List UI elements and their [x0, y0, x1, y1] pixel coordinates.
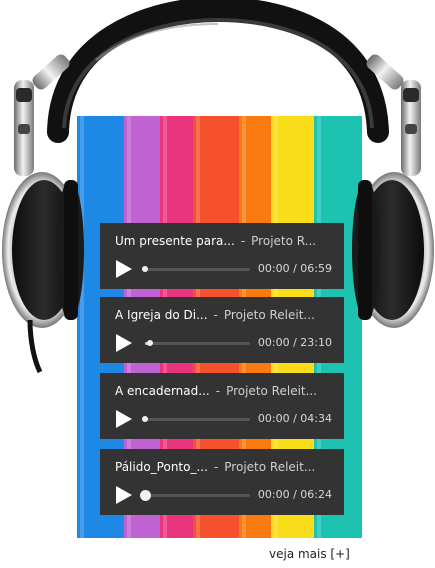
time-display: 00:00 / 06:24 — [257, 488, 332, 501]
seek-bar[interactable] — [145, 340, 250, 346]
seek-bar[interactable] — [142, 416, 250, 422]
seek-handle[interactable] — [142, 266, 148, 272]
audio-player-3: A encadernad... - Projeto Releit... 00:00 … — [100, 373, 344, 439]
play-icon[interactable] — [114, 484, 134, 506]
track-artist: Projeto Releit... — [224, 460, 316, 474]
play-icon[interactable] — [114, 332, 134, 354]
title-separator: - — [213, 460, 219, 474]
track-name: A encadernad... — [115, 384, 210, 398]
audio-player-1: Um presente para... - Projeto R... 00:00 /… — [100, 223, 344, 289]
track-name: Pálido_Ponto_... — [115, 460, 208, 474]
audiobook-widget: Um presente para... - Projeto R... 00:00 /… — [0, 0, 435, 568]
right-ear-cup — [352, 172, 434, 328]
seek-bar[interactable] — [142, 266, 250, 272]
time-display: 00:00 / 06:59 — [257, 262, 332, 275]
track-name: A Igreja do Di... — [115, 308, 208, 322]
audio-player-4: Pálido_Ponto_... - Projeto Releit... 00:00… — [100, 449, 344, 515]
track-title: Um presente para... - Projeto R... — [115, 232, 340, 250]
title-separator: - — [240, 234, 246, 248]
seek-handle[interactable] — [142, 416, 148, 422]
seek-handle[interactable] — [147, 340, 154, 346]
time-display: 00:00 / 04:34 — [257, 412, 332, 425]
track-title: Pálido_Ponto_... - Projeto Releit... — [115, 458, 340, 476]
audio-player-2: A Igreja do Di... - Projeto Releit... 00:0… — [100, 297, 344, 363]
track-title: A encadernad... - Projeto Releit... — [115, 382, 340, 400]
title-separator: - — [215, 384, 221, 398]
see-more-link[interactable]: veja mais [+] — [269, 547, 350, 561]
book-spine-highlight — [80, 116, 84, 538]
track-artist: Projeto Releit... — [223, 308, 315, 322]
title-separator: - — [213, 308, 218, 322]
seek-handle[interactable] — [140, 490, 151, 501]
seek-bar[interactable] — [140, 490, 250, 501]
track-artist: Projeto R... — [251, 234, 317, 248]
time-display: 00:00 / 23:10 — [257, 336, 332, 349]
play-icon[interactable] — [114, 408, 134, 430]
track-artist: Projeto Releit... — [226, 384, 318, 398]
track-name: Um presente para... — [115, 234, 235, 248]
play-icon[interactable] — [114, 258, 134, 280]
left-ear-cup — [2, 172, 84, 374]
track-title: A Igreja do Di... - Projeto Releit... — [115, 306, 340, 324]
headband — [47, 0, 389, 143]
